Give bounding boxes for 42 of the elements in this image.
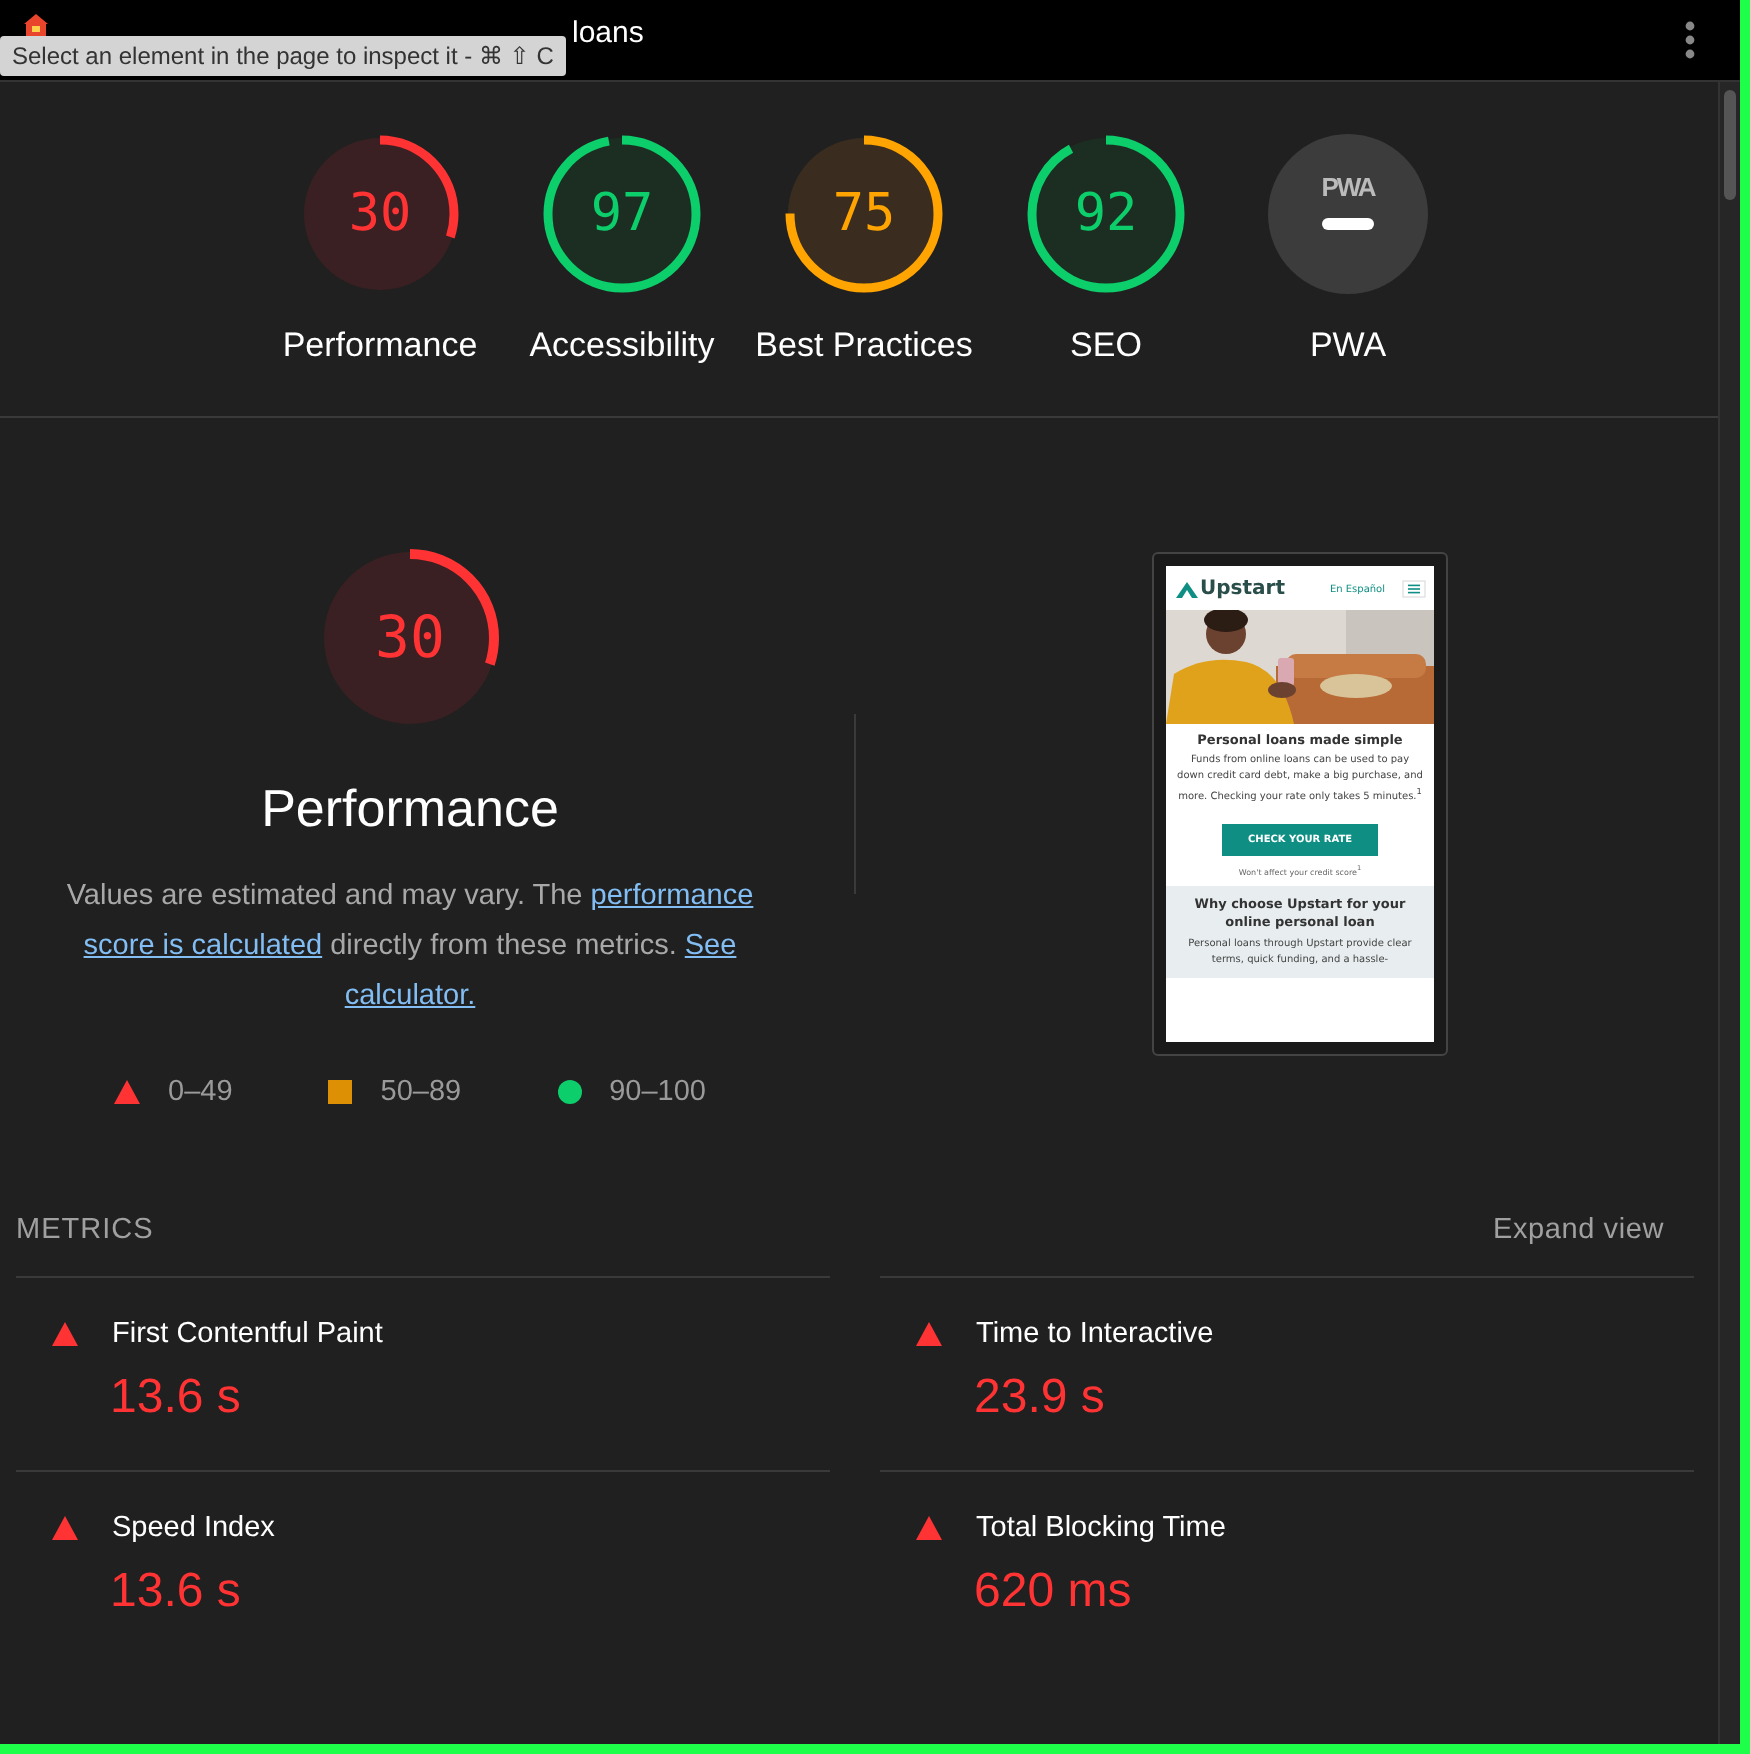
category-title: Performance [261,778,559,840]
logo-icon [1176,581,1198,597]
more-options-icon[interactable] [1684,20,1696,60]
square-icon [328,1080,353,1104]
page-url: loans [572,15,646,49]
metric-value: 23.9 s [974,1370,1107,1426]
metric-name: Total Blocking Time [976,1512,1226,1544]
section-title: METRICS [16,1214,154,1246]
score-gauge[interactable] [782,132,946,296]
circle-icon [557,1080,582,1104]
legend-range: 90–100 [609,1076,706,1108]
metric-name: First Contentful Paint [112,1318,383,1350]
dash-icon [1322,217,1374,229]
score-gauge[interactable] [540,132,704,296]
legend-range: 50–89 [380,1076,462,1108]
score-value: 75 [832,188,896,240]
menu-icon [1402,580,1426,598]
gauge-label: PWA [1309,324,1387,368]
score-value: 30 [375,609,445,667]
tooltip: Select an element in the page to inspect it - ⌘ ⇧ C [0,36,566,76]
score-gauge[interactable] [298,132,462,296]
metric-value: 13.6 s [110,1564,243,1620]
expand-view-button[interactable]: Expand view [1492,1210,1664,1250]
score-gauge[interactable] [1024,132,1188,296]
score-value: 92 [1074,188,1138,240]
score-value: 30 [348,188,412,240]
metric-name: Time to Interactive [976,1318,1214,1350]
triangle-icon [114,1080,140,1104]
gauge-label: Accessibility [529,324,715,368]
score-value: 97 [590,188,654,240]
logo-text: Upstart [1200,578,1285,600]
pwa-logo-text: PWA [1321,171,1375,201]
gauge-label: Best Practices [755,324,973,368]
metric-value: 620 ms [974,1564,1134,1620]
legend-range: 0–49 [168,1076,233,1108]
pwa-gauge[interactable]: PWA [1268,134,1428,294]
metric-value: 13.6 s [110,1370,243,1426]
description: Values are estimated and may vary. The performance score is calculated directly from these metrics. See calculator. [64,878,756,1016]
gauge-label: Performance [282,324,478,368]
metric-name: Speed Index [112,1512,275,1544]
scrollbar[interactable] [1718,82,1740,1744]
gauge-label: SEO [1070,324,1142,368]
